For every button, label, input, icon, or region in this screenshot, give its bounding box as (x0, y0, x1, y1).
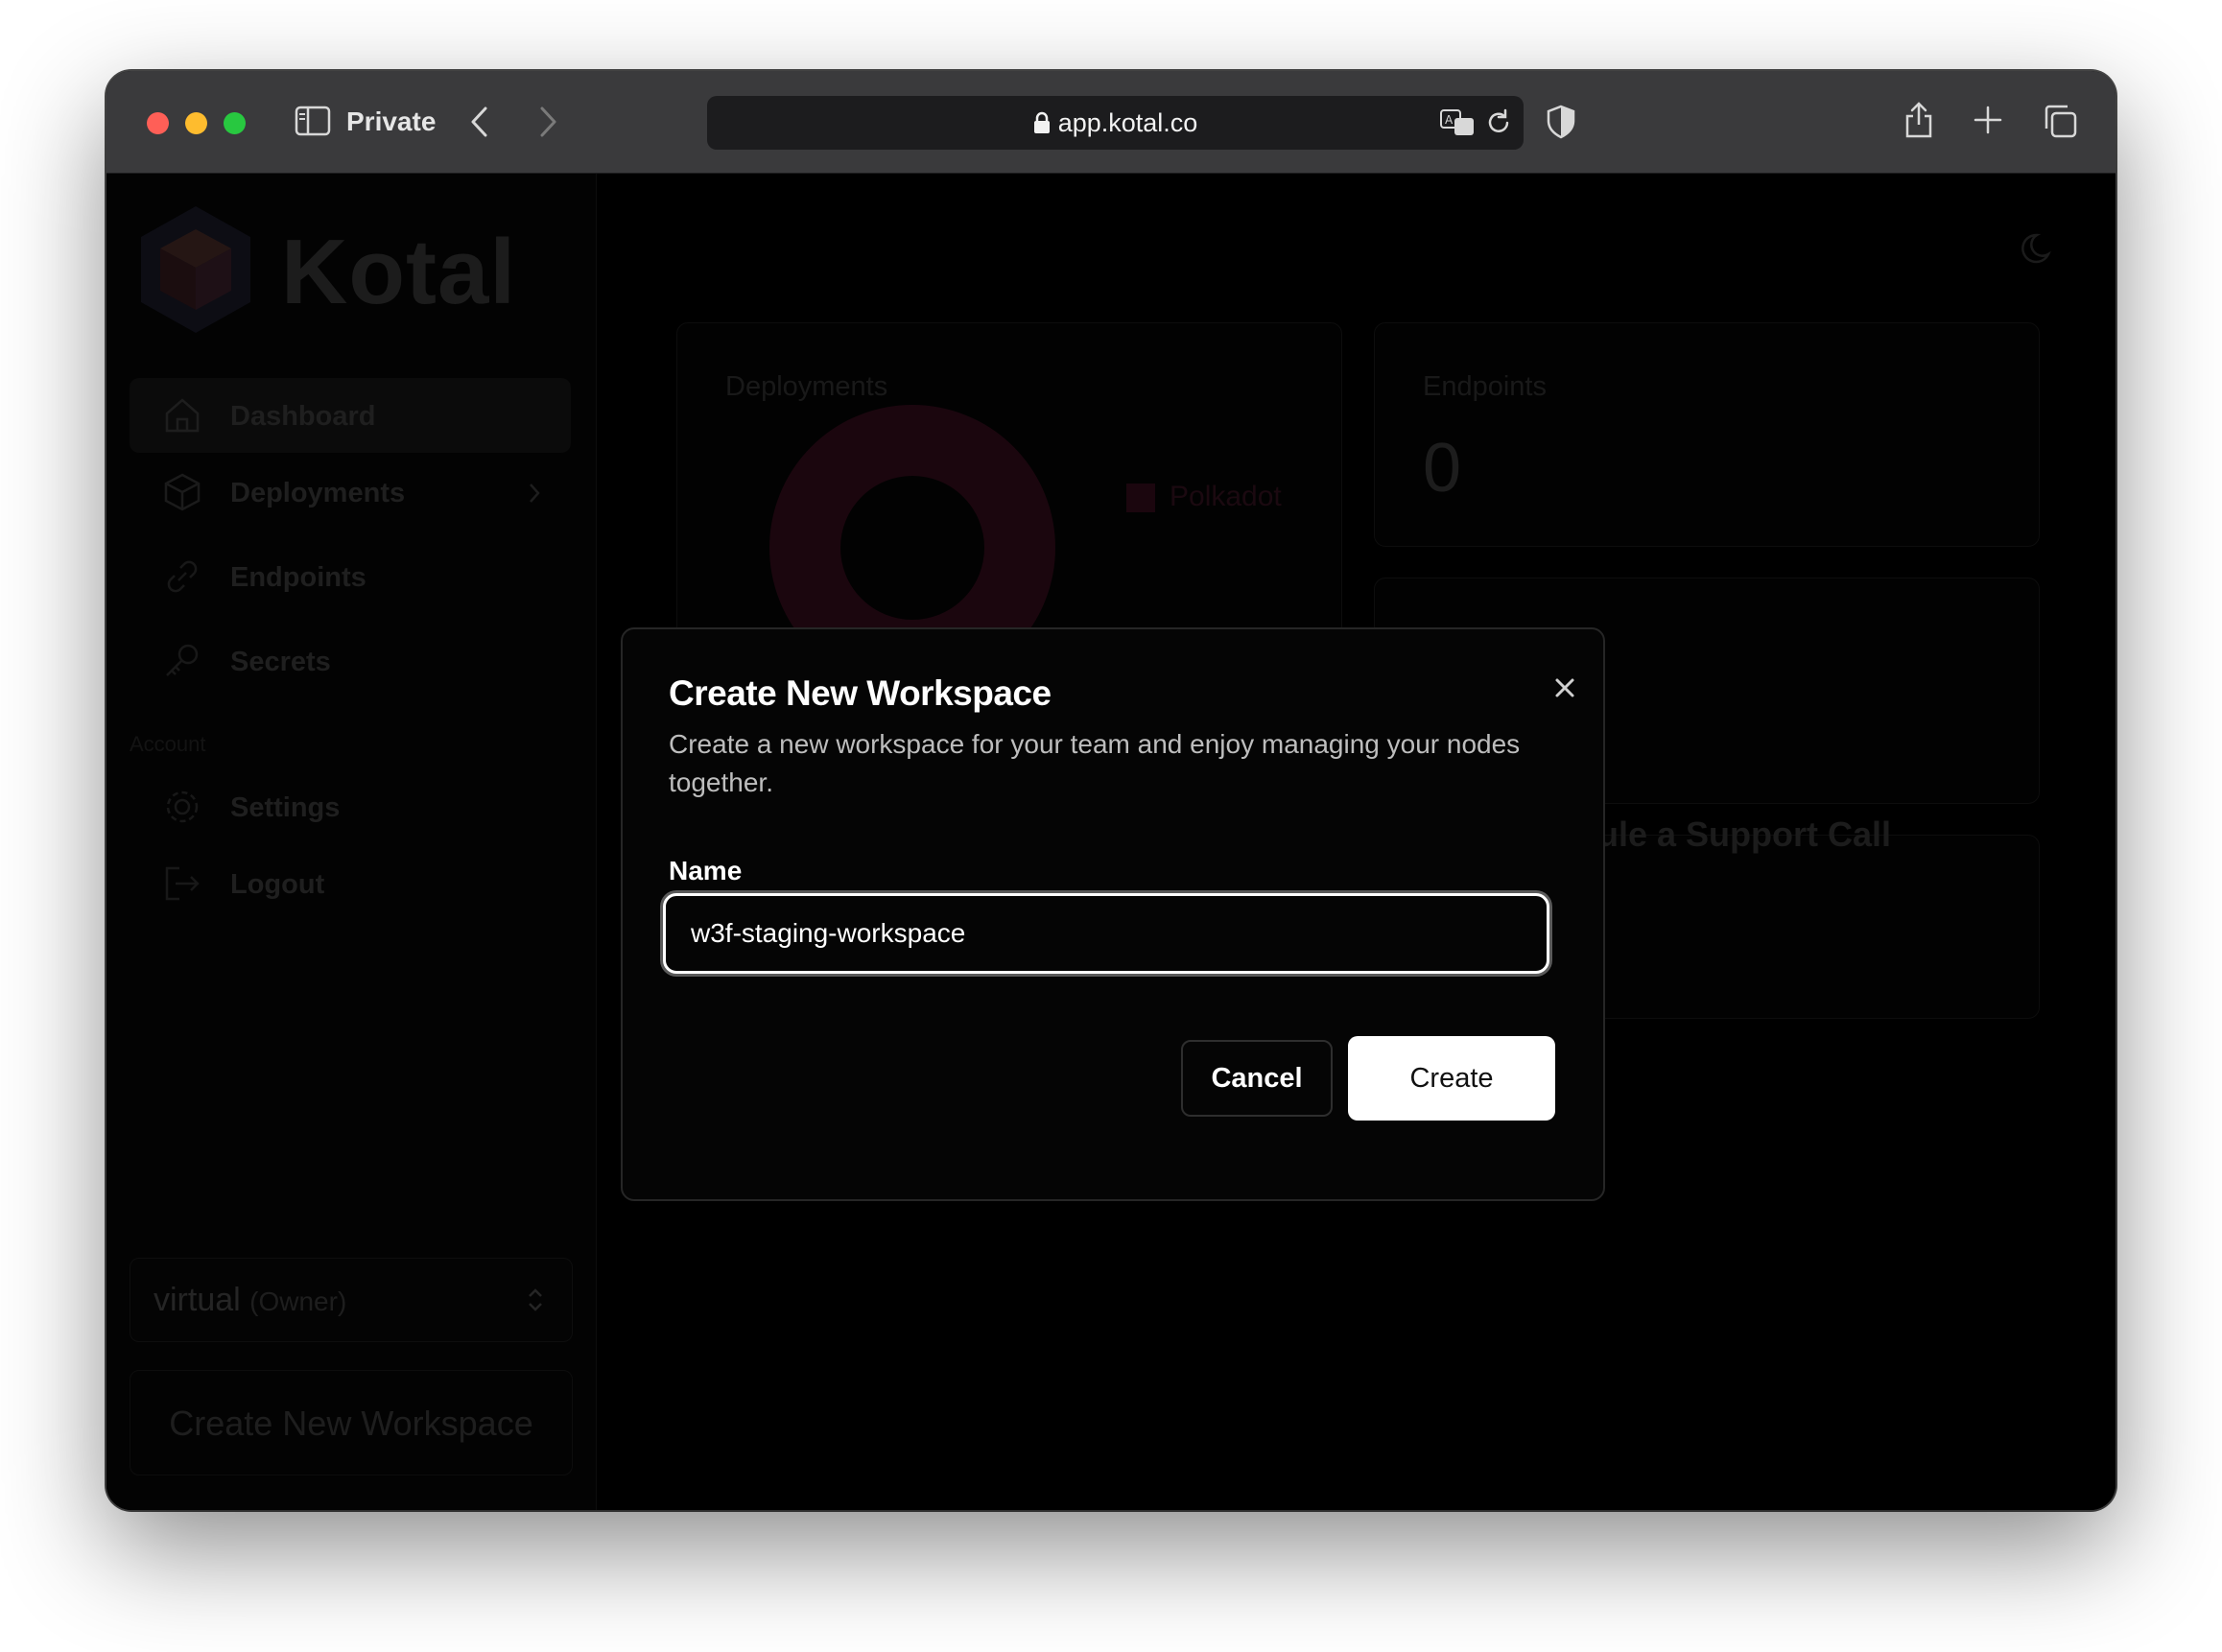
sidebar-toggle-icon[interactable] (295, 106, 331, 136)
forward-chevron-icon[interactable] (537, 106, 558, 138)
modal-description: Create a new workspace for your team and… (669, 729, 1521, 797)
minimize-window-button[interactable] (185, 112, 207, 134)
name-field-label: Name (669, 856, 743, 885)
url-display: app.kotal.co (707, 108, 1524, 138)
share-icon[interactable] (1903, 100, 1935, 140)
url-text: app.kotal.co (1057, 108, 1198, 137)
cancel-button[interactable]: Cancel (1181, 1040, 1333, 1117)
create-button[interactable]: Create (1348, 1036, 1555, 1121)
close-icon[interactable] (1548, 672, 1581, 704)
shield-icon[interactable] (1546, 105, 1576, 139)
tabs-overview-icon[interactable] (2043, 104, 2077, 138)
address-bar[interactable]: app.kotal.co A (707, 96, 1524, 150)
private-mode-label: Private (346, 106, 437, 136)
workspace-name-input[interactable] (663, 893, 1549, 974)
modal-title: Create New Workspace (669, 673, 1052, 713)
back-chevron-icon[interactable] (469, 106, 490, 138)
browser-toolbar: Private app.kotal.co A (106, 71, 2116, 174)
app-area: Kotal Dashboard Deployments Endpoints Se… (106, 174, 2116, 1510)
create-workspace-modal: Create New Workspace Create a new worksp… (621, 627, 1605, 1201)
browser-window: Private app.kotal.co A Kotal Dashboard D… (106, 71, 2116, 1510)
translate-icon[interactable]: A (1439, 108, 1476, 137)
reload-icon[interactable] (1484, 108, 1513, 137)
zoom-window-button[interactable] (224, 112, 246, 134)
lock-icon (1033, 111, 1050, 133)
svg-text:A: A (1445, 113, 1454, 127)
close-window-button[interactable] (147, 112, 169, 134)
new-tab-plus-icon[interactable] (1974, 106, 2002, 134)
